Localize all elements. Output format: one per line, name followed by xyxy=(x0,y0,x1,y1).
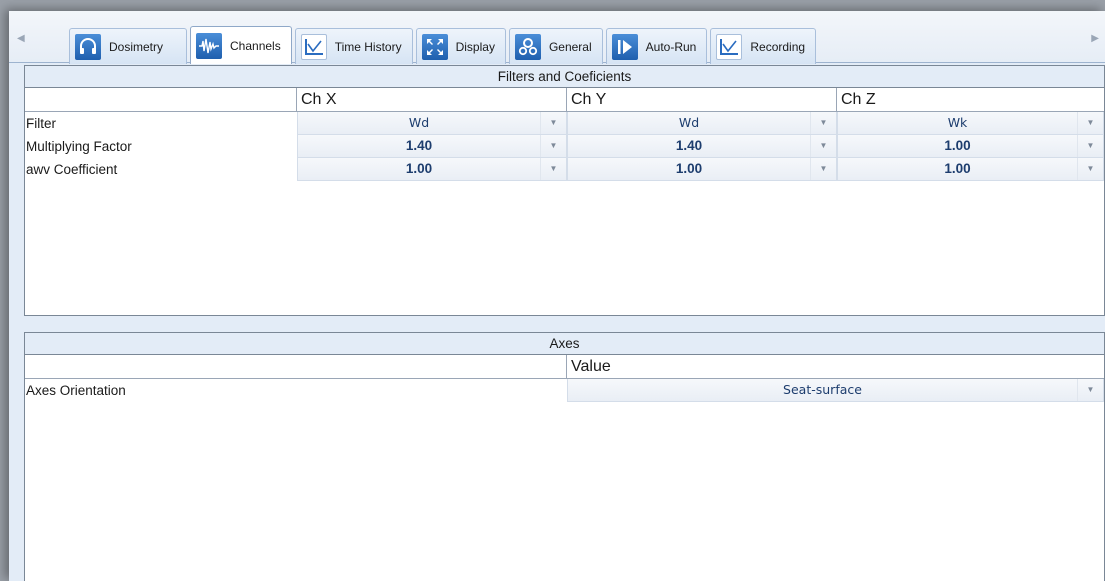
awv-coefficient-ch-y-select[interactable]: 1.00 ▼ xyxy=(567,158,837,181)
header-value: Value xyxy=(567,355,1104,378)
gears-icon xyxy=(514,33,541,60)
header-ch-y: Ch Y xyxy=(567,88,837,111)
header-blank xyxy=(25,355,567,378)
select-value: Wk xyxy=(947,115,968,130)
tab-general[interactable]: General xyxy=(508,28,603,64)
dropdown-arrow-icon[interactable]: ▼ xyxy=(810,158,836,180)
tab-label: Recording xyxy=(750,39,806,54)
scroll-left-icon[interactable]: ◀ xyxy=(17,33,25,44)
row-label: awv Coefficient xyxy=(26,162,118,177)
tab-label: Time History xyxy=(334,39,402,54)
row-label: Filter xyxy=(26,116,56,131)
dropdown-arrow-icon[interactable]: ▼ xyxy=(1077,135,1103,157)
tab-time-history[interactable]: Time History xyxy=(294,28,413,64)
axes-header-row: Value xyxy=(25,355,1104,379)
waveform-icon xyxy=(196,32,222,59)
table-row: Axes Orientation Seat-surface ▼ xyxy=(25,379,1104,402)
multiplying-factor-ch-x-select[interactable]: 1.40 ▼ xyxy=(297,135,567,158)
axes-title: Axes xyxy=(25,333,1104,355)
line-chart-icon xyxy=(716,33,743,60)
awv-coefficient-ch-z-select[interactable]: 1.00 ▼ xyxy=(837,158,1104,181)
select-value: Wd xyxy=(678,115,700,130)
filters-title: Filters and Coeficients xyxy=(25,66,1104,88)
header-ch-z: Ch Z xyxy=(837,88,1104,111)
row-label: Axes Orientation xyxy=(26,383,126,398)
select-value: 1.40 xyxy=(675,138,703,153)
tab-auto-run[interactable]: Auto-Run xyxy=(605,28,708,64)
dropdown-arrow-icon[interactable]: ▼ xyxy=(540,158,566,180)
tab-channels[interactable]: Channels xyxy=(190,26,292,64)
select-value: 1.00 xyxy=(944,138,971,153)
header-ch-x: Ch X xyxy=(297,88,567,111)
dropdown-arrow-icon[interactable]: ▼ xyxy=(1077,112,1103,134)
dropdown-arrow-icon[interactable]: ▼ xyxy=(540,112,566,134)
table-row: Multiplying Factor 1.40 ▼ 1.40 ▼ 1.00 ▼ xyxy=(25,135,1104,158)
table-row: awv Coefficient 1.00 ▼ 1.00 ▼ 1.00 ▼ xyxy=(25,158,1104,181)
row-label: Multiplying Factor xyxy=(26,139,132,154)
filters-header-row: Ch X Ch Y Ch Z xyxy=(25,88,1104,112)
multiplying-factor-ch-z-select[interactable]: 1.00 ▼ xyxy=(837,135,1104,158)
tab-label: General xyxy=(548,39,592,54)
dropdown-arrow-icon[interactable]: ▼ xyxy=(1077,379,1103,401)
scroll-right-icon[interactable]: ▶ xyxy=(1091,33,1099,44)
select-value: Wd xyxy=(408,115,430,130)
headphones-icon xyxy=(75,33,101,60)
multiplying-factor-ch-y-select[interactable]: 1.40 ▼ xyxy=(567,135,837,158)
select-value: 1.40 xyxy=(405,138,433,153)
axes-orientation-select[interactable]: Seat-surface ▼ xyxy=(567,379,1104,402)
filter-ch-z-select[interactable]: Wk ▼ xyxy=(837,112,1104,135)
play-icon xyxy=(611,33,638,60)
dropdown-arrow-icon[interactable]: ▼ xyxy=(540,135,566,157)
dropdown-arrow-icon[interactable]: ▼ xyxy=(810,135,836,157)
tab-dosimetry[interactable]: Dosimetry xyxy=(69,28,187,64)
dropdown-arrow-icon[interactable]: ▼ xyxy=(1077,158,1103,180)
tab-label: Display xyxy=(455,39,495,54)
tab-label: Dosimetry xyxy=(109,39,164,54)
axes-panel: Axes Value Axes Orientation Seat-surface… xyxy=(24,332,1105,581)
select-value: 1.00 xyxy=(675,161,703,176)
tab-list: Dosimetry Channels Time History Display xyxy=(69,24,819,64)
tab-recording[interactable]: Recording xyxy=(710,28,817,64)
tab-strip: ◀ ▶ Dosimetry Channels Time History Disp… xyxy=(9,11,1105,64)
filter-ch-y-select[interactable]: Wd ▼ xyxy=(567,112,837,135)
filter-ch-x-select[interactable]: Wd ▼ xyxy=(297,112,567,135)
settings-window: ◀ ▶ Dosimetry Channels Time History Disp… xyxy=(9,11,1105,581)
tab-display[interactable]: Display xyxy=(415,28,506,64)
expand-icon xyxy=(421,33,448,60)
header-blank xyxy=(25,88,297,111)
select-value: 1.00 xyxy=(944,161,971,176)
line-chart-icon xyxy=(300,33,327,60)
dropdown-arrow-icon[interactable]: ▼ xyxy=(810,112,836,134)
awv-coefficient-ch-x-select[interactable]: 1.00 ▼ xyxy=(297,158,567,181)
table-row: Filter Wd ▼ Wd ▼ Wk ▼ xyxy=(25,112,1104,135)
filters-panel: Filters and Coeficients Ch X Ch Y Ch Z F… xyxy=(24,65,1105,316)
select-value: Seat-surface xyxy=(783,382,862,397)
tab-label: Channels xyxy=(230,38,281,53)
select-value: 1.00 xyxy=(405,161,433,176)
tab-label: Auto-Run xyxy=(645,39,697,54)
